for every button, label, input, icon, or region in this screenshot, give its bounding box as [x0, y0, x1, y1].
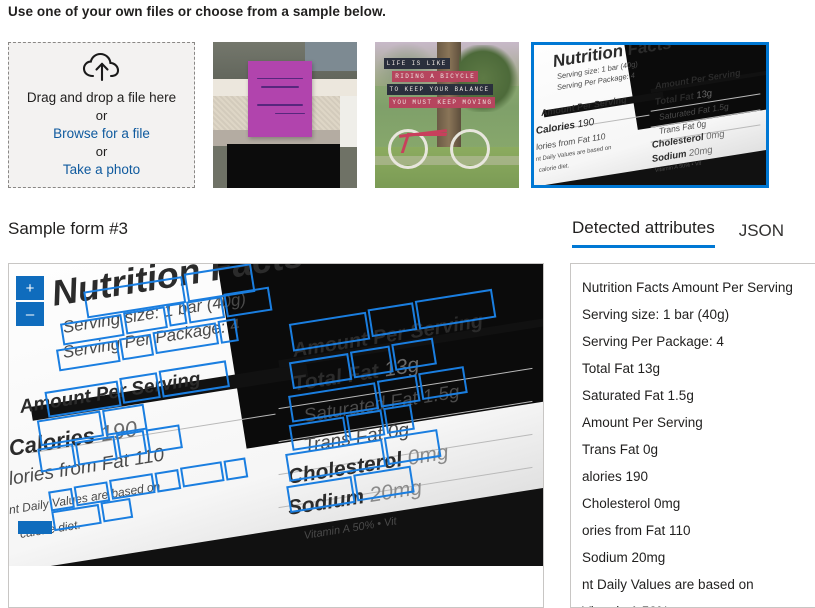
page-root: Use one of your own files or choose from… — [0, 0, 815, 608]
take-a-photo-link[interactable]: Take a photo — [63, 161, 140, 178]
dropzone-drag-text: Drag and drop a file here — [26, 90, 177, 105]
list-item: Trans Fat 0g — [582, 442, 659, 457]
list-item: Serving size: 1 bar (40g) — [582, 307, 730, 322]
quote-line-4: YOU MUST KEEP MOVING — [389, 97, 496, 109]
cloud-upload-icon — [82, 52, 122, 82]
browse-for-file-link[interactable]: Browse for a file — [53, 125, 150, 142]
list-item: Saturated Fat 1.5g — [582, 388, 694, 403]
nutrition-label-scene: Nutrition Facts Serving size: 1 bar (40g… — [534, 45, 766, 185]
sample-thumbnail-sticky-note[interactable] — [213, 42, 357, 188]
quote-line-1: LIFE IS LIKE — [383, 58, 450, 70]
main-nutrition-label-image: Nutrition Facts Serving size: 1 bar (40g… — [9, 264, 543, 566]
sample-strip: Drag and drop a file here or Browse for … — [0, 42, 815, 188]
sample-thumbnail-bicycle-quote[interactable]: LIFE IS LIKE RIDING A BICYCLE TO KEEP YO… — [375, 42, 519, 188]
list-item: Amount Per Serving — [582, 415, 703, 430]
viewer-image: Nutrition Facts Serving size: 1 bar (40g… — [9, 264, 543, 566]
quote-line-3: TO KEEP YOUR BALANCE — [386, 84, 493, 96]
page-title: Use one of your own files or choose from… — [8, 4, 386, 19]
attributes-list: Nutrition Facts Amount Per Serving Servi… — [571, 274, 815, 607]
list-item: Cholesterol 0mg — [582, 496, 681, 511]
reset-view-button[interactable] — [18, 521, 52, 534]
detected-attributes-panel: Nutrition Facts Amount Per Serving Servi… — [570, 263, 815, 608]
list-item: Vitamin A 50% — [571, 598, 815, 607]
list-item: Sodium 20mg — [582, 550, 666, 565]
tab-json[interactable]: JSON — [739, 221, 784, 248]
zoom-controls: + – — [16, 276, 44, 326]
file-dropzone[interactable]: Drag and drop a file here or Browse for … — [8, 42, 195, 188]
form-title: Sample form #3 — [8, 219, 128, 238]
dropzone-or-1: or — [95, 108, 108, 123]
zoom-out-button[interactable]: – — [16, 302, 44, 326]
results-tabs: Detected attributes JSON — [572, 218, 784, 248]
list-item: ories from Fat 110 — [582, 523, 691, 538]
sample-thumbnail-nutrition-label[interactable]: Nutrition Facts Serving size: 1 bar (40g… — [531, 42, 769, 188]
zoom-in-button[interactable]: + — [16, 276, 44, 300]
quote-line-2: RIDING A BICYCLE — [392, 71, 479, 83]
sticky-note-scene — [213, 42, 357, 188]
sticky-note — [247, 60, 313, 137]
tab-detected-attributes[interactable]: Detected attributes — [572, 218, 715, 248]
list-item: alories 190 — [582, 469, 649, 484]
list-item: nt Daily Values are based on — [582, 577, 754, 592]
dropzone-or-2: or — [95, 144, 108, 159]
list-item: Total Fat 13g — [582, 361, 661, 376]
list-item: Serving Per Package: 4 — [582, 334, 724, 349]
bicycle-quote-scene: LIFE IS LIKE RIDING A BICYCLE TO KEEP YO… — [375, 42, 519, 188]
list-item: Nutrition Facts Amount Per Serving — [582, 280, 793, 295]
image-viewer[interactable]: Nutrition Facts Serving size: 1 bar (40g… — [8, 263, 544, 608]
